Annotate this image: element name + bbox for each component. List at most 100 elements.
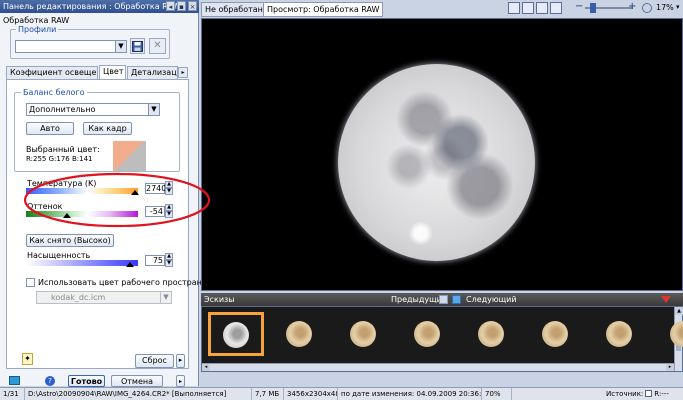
reset-button[interactable]: Сброс: [135, 354, 174, 368]
as-shot-high-button[interactable]: Как снято (Высоко): [26, 234, 114, 247]
next-icon[interactable]: [452, 295, 461, 304]
thumbnails-header: Эскизы Предыдущий Следующий: [201, 293, 683, 306]
zoom-in-button[interactable]: +: [628, 2, 638, 13]
rgb-readout: R:255 G:176 B:141: [26, 155, 93, 163]
icc-profile-value: kodak_dc.icm: [51, 293, 106, 302]
tint-slider-thumb[interactable]: [63, 213, 72, 218]
working-space-checkbox[interactable]: [26, 278, 35, 287]
tab-color[interactable]: Цвет: [99, 65, 126, 79]
magnifier-icon[interactable]: [642, 3, 652, 13]
status-bar: 1/31 D:\Astro\20090904\RAW\IMG_4264.CR2*…: [0, 387, 683, 400]
panel-restore-button[interactable]: ▪: [177, 1, 186, 11]
single-view-icon[interactable]: [508, 2, 520, 14]
thumbnail[interactable]: [208, 312, 264, 356]
thumbnail-image: [350, 321, 376, 347]
chevron-down-icon[interactable]: ▼: [148, 104, 159, 115]
moon-photo: [338, 64, 535, 261]
thumbnail-image: [223, 322, 249, 348]
thumbnail-image: [478, 321, 504, 347]
as-shot-wb-button[interactable]: Как кадр: [83, 122, 132, 135]
saturation-slider-thumb[interactable]: [126, 262, 135, 267]
zoom-menu-arrow[interactable]: ▾: [676, 3, 680, 11]
help-icon[interactable]: ?: [45, 376, 55, 386]
lightbulb-icon[interactable]: ✦: [22, 353, 33, 365]
thumbnail[interactable]: [464, 312, 520, 356]
auto-wb-button[interactable]: Авто: [26, 122, 74, 135]
scroll-left-icon[interactable]: ◂: [202, 364, 210, 371]
viewer-tabbar: Не обработано Просмотр: Обработка RAW: [201, 0, 683, 18]
tint-value-input[interactable]: -54: [145, 206, 165, 217]
reset-menu-button[interactable]: ▸: [176, 354, 185, 368]
white-balance-mode-select[interactable]: Дополнительно ▼: [26, 103, 160, 116]
zoom-slider-thumb[interactable]: [590, 3, 597, 13]
done-button[interactable]: Готово: [68, 375, 105, 387]
monitor-icon[interactable]: [550, 2, 562, 14]
tab-scroll-right-icon[interactable]: ▸: [178, 67, 188, 78]
chevron-down-icon[interactable]: ▼: [160, 292, 171, 303]
white-balance-legend: Баланс белого: [21, 88, 87, 97]
temperature-slider-thumb[interactable]: [130, 190, 139, 195]
temperature-spinner[interactable]: ▲ ▼: [165, 181, 173, 195]
saturation-slider[interactable]: [26, 260, 138, 266]
previous-icon[interactable]: [439, 295, 448, 304]
panel-info-icon[interactable]: [9, 376, 20, 385]
thumbnail[interactable]: [336, 312, 392, 356]
icc-profile-select[interactable]: kodak_dc.icm ▼: [36, 291, 172, 304]
thumbnail[interactable]: [272, 312, 328, 356]
spin-down-icon[interactable]: ▼: [165, 211, 173, 218]
thumbnail[interactable]: [656, 312, 683, 356]
options-arrow-button[interactable]: ▸: [176, 375, 185, 387]
scroll-right-icon[interactable]: ▸: [666, 364, 674, 371]
spin-down-icon[interactable]: ▼: [165, 260, 173, 267]
white-balance-mode-value: Дополнительно: [29, 105, 96, 114]
temperature-value-input[interactable]: 2740: [145, 183, 166, 194]
delete-profile-button[interactable]: ✕: [149, 38, 166, 54]
tab-exposure[interactable]: Коэфициент освещения: [6, 66, 98, 79]
split-view-icon[interactable]: [522, 2, 534, 14]
temperature-slider[interactable]: [26, 188, 138, 194]
temperature-slider-row: Температура (K): [26, 179, 150, 195]
spin-up-icon[interactable]: ▲: [165, 204, 173, 211]
selected-color-swatch: [113, 141, 146, 171]
thumbnail[interactable]: [400, 312, 456, 356]
panel-title: Панель редактирования : Обработка RAW: [3, 2, 181, 11]
delete-icon: ✕: [153, 40, 162, 51]
thumbnail-image: [414, 321, 440, 347]
status-file-size: 7,7 МБ: [252, 388, 284, 400]
save-profile-button[interactable]: [130, 38, 145, 54]
thumbnail[interactable]: [592, 312, 648, 356]
chevron-down-icon[interactable]: ▼: [115, 41, 126, 52]
zoom-level: 17%: [656, 3, 674, 12]
tint-slider[interactable]: [26, 211, 138, 217]
collapse-icon[interactable]: [661, 296, 671, 303]
tint-slider-row: Оттенок: [26, 202, 150, 218]
source-checkbox[interactable]: [645, 390, 653, 397]
spin-down-icon[interactable]: ▼: [165, 188, 173, 195]
panel-close-button[interactable]: ×: [188, 1, 197, 11]
tab-detail[interactable]: Детализация: [127, 66, 178, 79]
fit-view-icon[interactable]: [536, 2, 548, 14]
cancel-button[interactable]: Отмена: [111, 375, 163, 387]
tab-preview[interactable]: Просмотр: Обработка RAW: [263, 2, 384, 17]
status-zoom: 70%: [482, 388, 512, 400]
saturation-spinner[interactable]: ▲ ▼: [165, 253, 173, 267]
status-source-value: R:---: [654, 390, 669, 398]
saturation-value-input[interactable]: 75: [145, 255, 165, 266]
tab-unprocessed[interactable]: Не обработано: [201, 2, 272, 17]
profile-select[interactable]: ▼: [15, 40, 127, 53]
spin-up-icon[interactable]: ▲: [165, 181, 173, 188]
profiles-legend: Профили: [16, 25, 59, 34]
zoom-out-button[interactable]: −: [575, 2, 585, 13]
status-date: по дате изменения: 04.09.2009 20:36:38: [338, 388, 482, 400]
tint-spinner[interactable]: ▲ ▼: [165, 204, 173, 218]
working-space-label: Использовать цвет рабочего пространства: [38, 278, 221, 287]
view-mode-icons: [508, 2, 562, 14]
status-dimensions: 3456x2304x48b cr2: [284, 388, 338, 400]
horizontal-scrollbar[interactable]: ◂ ▸: [202, 363, 674, 371]
temperature-label: Температура (K): [27, 179, 97, 188]
next-label[interactable]: Следующий: [466, 293, 517, 306]
spin-up-icon[interactable]: ▲: [165, 253, 173, 260]
thumbnail[interactable]: [528, 312, 584, 356]
saturation-label: Насыщенность: [27, 251, 91, 260]
panel-pin-button[interactable]: ◂: [166, 1, 175, 11]
